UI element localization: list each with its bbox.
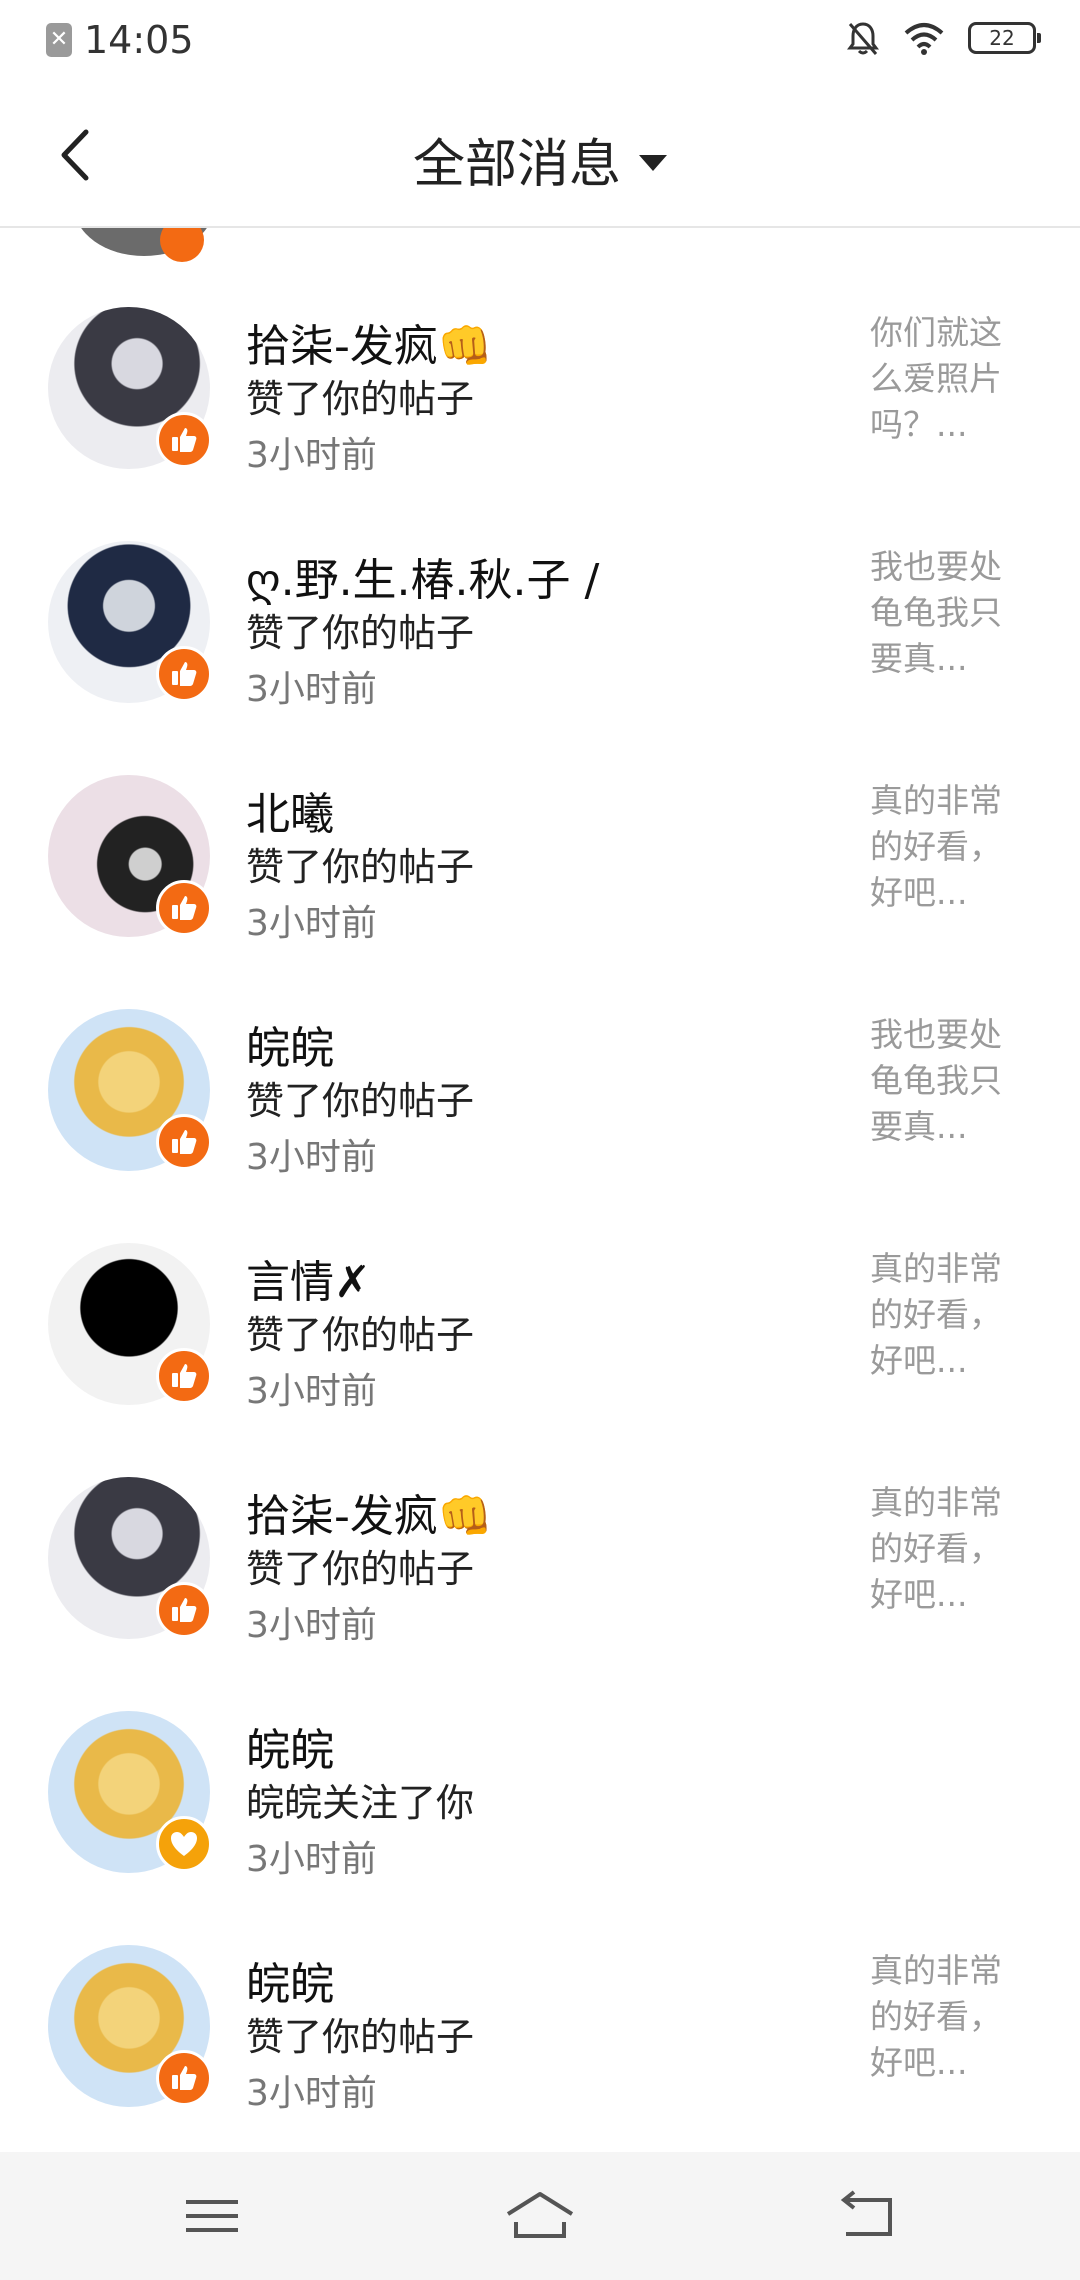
notification-item[interactable]: 拾柒-发疯👊 赞了你的帖子 3小时前 你们就这么爱照片吗？... [0,280,1080,514]
thumbs-up-badge-icon [156,2050,212,2106]
notification-time: 3小时前 [246,903,377,944]
thumbs-up-badge-icon [156,1582,212,1638]
notification-list[interactable]: 拾柒-发疯👊 赞了你的帖子 3小时前 你们就这么爱照片吗？... ღ.野.生.椿.秋.子… [0,228,1080,2152]
notification-item[interactable]: 拾柒-发疯👊 赞了你的帖子 3小时前 真的非常的好看，好吧... [0,1450,1080,1684]
home-icon[interactable] [500,2186,580,2246]
system-nav-bar [0,2152,1080,2280]
bell-muted-icon [847,22,879,55]
post-preview[interactable]: 我也要处龟龟我只要真... [870,544,1030,682]
notification-item[interactable]: 言情✗ 赞了你的帖子 3小时前 真的非常的好看，好吧... [0,1216,1080,1450]
thumbs-up-badge-icon [156,412,212,468]
notification-item[interactable]: 皖皖 皖皖关注了你 3小时前 [0,1684,1080,1918]
wifi-icon [904,23,944,55]
battery-level: 22 [989,26,1015,50]
notification-time: 3小时前 [246,2073,377,2114]
status-right: 22 [846,20,1041,56]
post-preview[interactable]: 真的非常的好看，好吧... [870,778,1030,916]
post-preview[interactable]: 真的非常的好看，好吧... [870,1948,1030,2086]
thumbs-up-badge-icon [156,1114,212,1170]
battery-icon: 22 [968,22,1041,54]
notification-name[interactable]: 拾柒-发疯👊 [246,1480,493,1544]
notification-action: 皖皖关注了你 [246,1781,475,1825]
notification-action: 赞了你的帖子 [246,1547,475,1591]
notification-name[interactable]: ღ.野.生.椿.秋.子 / [246,544,599,608]
chevron-down-icon [639,154,667,171]
like-badge-icon [160,228,204,262]
notification-action: 赞了你的帖子 [246,2015,475,2059]
notification-time: 3小时前 [246,1371,377,1412]
post-preview[interactable]: 我也要处龟龟我只要真... [870,1012,1030,1150]
notification-name[interactable]: 皖皖 [246,1714,334,1778]
post-preview[interactable]: 真的非常的好看，好吧... [870,1246,1030,1384]
notification-item[interactable]: 北曦 赞了你的帖子 3小时前 真的非常的好看，好吧... [0,748,1080,982]
post-preview[interactable]: 真的非常的好看，好吧... [870,1480,1030,1618]
app-notification-icon: ✕ [46,23,72,57]
thumbs-up-badge-icon [156,880,212,936]
notification-action: 赞了你的帖子 [246,611,475,655]
status-bar: ✕ 14:05 22 [0,0,1080,84]
thumbs-up-badge-icon [156,646,212,702]
notification-item[interactable]: 皖皖 赞了你的帖子 3小时前 我也要处龟龟我只要真... [0,982,1080,1216]
heart-badge-icon [156,1816,212,1872]
page-title: 全部消息 [412,135,621,195]
notification-action: 赞了你的帖子 [246,845,475,889]
message-filter-dropdown[interactable]: 全部消息 [0,122,1080,197]
thumbs-up-badge-icon [156,1348,212,1404]
notification-time: 3小时前 [246,1839,377,1880]
notification-name[interactable]: 北曦 [246,778,334,842]
menu-icon[interactable] [172,2186,252,2246]
notification-action: 赞了你的帖子 [246,1079,475,1123]
clock: 14:05 [84,18,194,62]
notification-name[interactable]: 皖皖 [246,1012,334,1076]
notification-item[interactable]: ღ.野.生.椿.秋.子 / 赞了你的帖子 3小时前 我也要处龟龟我只要真... [0,514,1080,748]
notification-name[interactable]: 皖皖 [246,1948,334,2012]
post-preview[interactable]: 你们就这么爱照片吗？... [870,310,1030,448]
header: 全部消息 [0,84,1080,228]
notification-action: 赞了你的帖子 [246,377,475,421]
status-left: ✕ 14:05 [46,18,194,62]
notification-time: 3小时前 [246,435,377,476]
notification-name[interactable]: 拾柒-发疯👊 [246,310,493,374]
notification-name[interactable]: 言情✗ [246,1246,371,1310]
notification-action: 赞了你的帖子 [246,1313,475,1357]
notification-item[interactable]: 皖皖 赞了你的帖子 3小时前 真的非常的好看，好吧... [0,1918,1080,2152]
notification-time: 3小时前 [246,669,377,710]
notification-time: 3小时前 [246,1605,377,1646]
notification-time: 3小时前 [246,1137,377,1178]
back-nav-icon[interactable] [828,2186,908,2246]
